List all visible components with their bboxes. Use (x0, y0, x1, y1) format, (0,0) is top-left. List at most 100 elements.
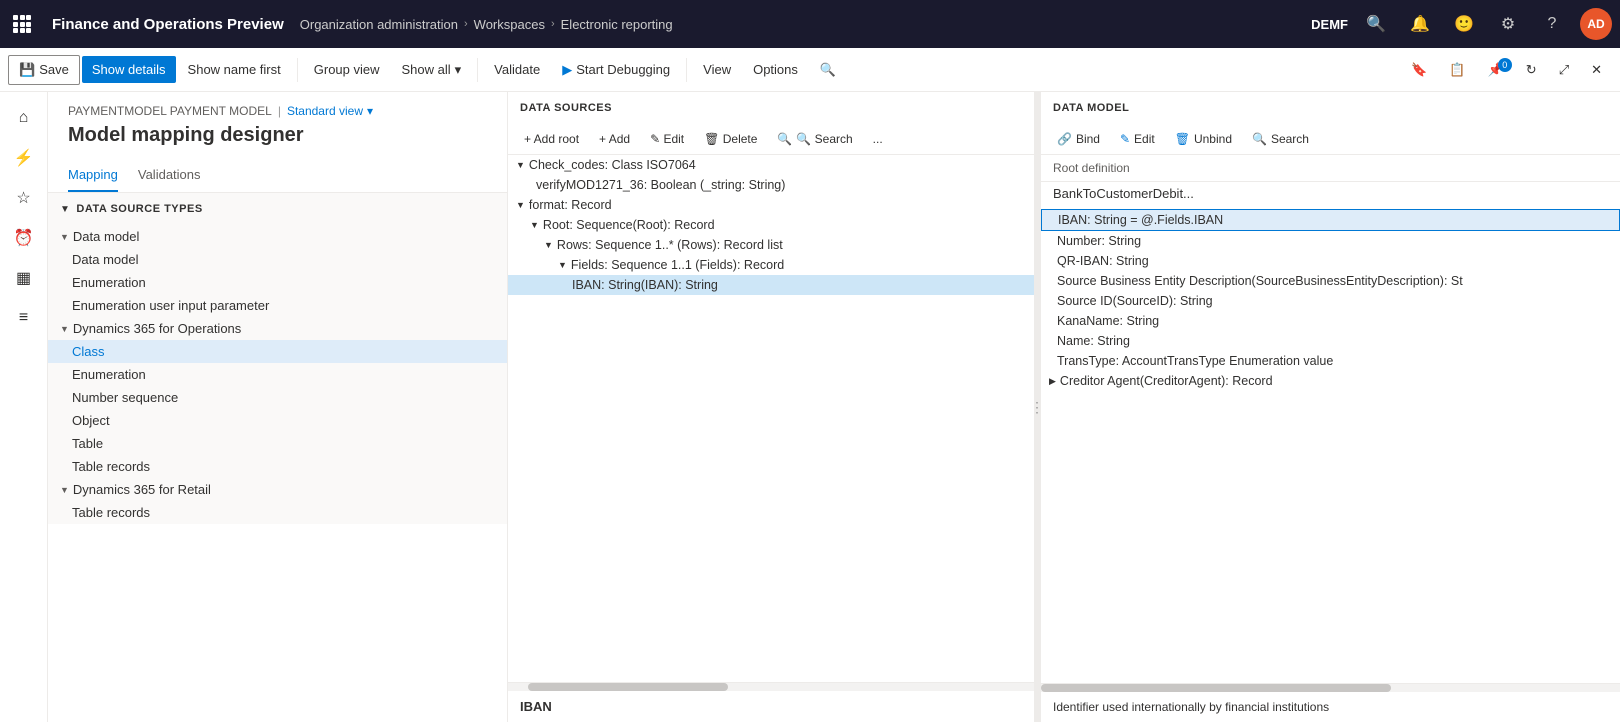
ds-footer: IBAN (508, 690, 1034, 722)
content-area: PAYMENTMODEL PAYMENT MODEL | Standard vi… (48, 92, 1620, 722)
dst-item-d365-retail-parent[interactable]: ▼ Dynamics 365 for Retail (48, 478, 507, 501)
dm-item-name[interactable]: Name: String (1041, 331, 1620, 351)
bookmark-icon-btn[interactable]: 🔖 (1401, 56, 1437, 84)
avatar[interactable]: AD (1580, 8, 1612, 40)
dst-item-class[interactable]: Class (48, 340, 507, 363)
dm-scrollbar-thumb[interactable] (1041, 684, 1391, 692)
standard-view-chevron: ▾ (367, 104, 373, 118)
dst-collapse-icon[interactable]: ▼ (60, 204, 70, 215)
ds-add-button[interactable]: + Add (591, 128, 638, 150)
panel-icon-btn[interactable]: 📋 (1439, 56, 1475, 84)
close-btn[interactable]: ✕ (1581, 56, 1612, 84)
dst-item-data-model-parent[interactable]: ▼ Data model (48, 225, 507, 248)
top-navigation: Finance and Operations Preview Organizat… (0, 0, 1620, 48)
dm-item-source-id[interactable]: Source ID(SourceID): String (1041, 291, 1620, 311)
dst-label-class: Class (72, 344, 105, 359)
dm-item-number[interactable]: Number: String (1041, 231, 1620, 251)
show-name-first-button[interactable]: Show name first (178, 56, 291, 83)
validate-button[interactable]: Validate (484, 56, 550, 83)
start-debugging-button[interactable]: ▶ Start Debugging (552, 56, 680, 84)
ds-arrow-fields: ▼ (558, 260, 567, 270)
dm-edit-button[interactable]: ✎ Edit (1112, 128, 1163, 150)
expand-btn[interactable]: ⤢ (1549, 56, 1579, 84)
dst-label-table: Table (72, 436, 103, 451)
show-all-dropdown-icon: ▾ (455, 62, 462, 78)
bind-button[interactable]: 🔗 Bind (1049, 128, 1108, 150)
dm-item-qr-iban[interactable]: QR-IBAN: String (1041, 251, 1620, 271)
dm-item-trans-type[interactable]: TransType: AccountTransType Enumeration … (1041, 351, 1620, 371)
dst-item-table-records[interactable]: Table records (48, 455, 507, 478)
ds-delete-button[interactable]: 🗑 Delete (696, 128, 765, 150)
ds-edit-button[interactable]: ✎ Edit (642, 128, 692, 150)
ds-header: DATA SOURCES (508, 92, 1034, 124)
view-button[interactable]: View (693, 56, 741, 83)
help-icon[interactable]: ? (1536, 8, 1568, 40)
left-sidebar: ⌂ ⚡ ☆ ⏰ ▦ ≡ (0, 92, 48, 722)
ds-item-rows[interactable]: ▼ Rows: Sequence 1..* (Rows): Record lis… (508, 235, 1034, 255)
breadcrumb-er[interactable]: Electronic reporting (561, 17, 673, 32)
dm-item-creditor-agent[interactable]: ▶ Creditor Agent(CreditorAgent): Record (1041, 371, 1620, 391)
standard-view-button[interactable]: Standard view ▾ (287, 104, 373, 118)
search-icon[interactable]: 🔍 (1360, 8, 1392, 40)
dst-item-enum-user-input[interactable]: Enumeration user input parameter (48, 294, 507, 317)
unbind-button[interactable]: 🗑 Unbind (1167, 128, 1240, 150)
app-title: Finance and Operations Preview (44, 16, 292, 33)
breadcrumb-workspaces[interactable]: Workspaces (474, 17, 545, 32)
tab-mapping[interactable]: Mapping (68, 159, 118, 192)
sidebar-recent-icon[interactable]: ⏰ (6, 220, 42, 256)
dst-item-data-model-leaf[interactable]: Data model (48, 248, 507, 271)
options-button[interactable]: Options (743, 56, 808, 83)
ds-scrollbar-thumb[interactable] (528, 683, 728, 691)
toolbar-search-button[interactable]: 🔍 (810, 56, 846, 84)
ds-item-verify-mod[interactable]: verifyMOD1271_36: Boolean (_string: Stri… (508, 175, 1034, 195)
ds-item-fields[interactable]: ▼ Fields: Sequence 1..1 (Fields): Record (508, 255, 1034, 275)
group-view-button[interactable]: Group view (304, 56, 390, 83)
notification-icon[interactable]: 🔔 (1404, 8, 1436, 40)
save-button[interactable]: 💾 Save (8, 55, 80, 85)
dst-label-d365-retail: Dynamics 365 for Retail (73, 482, 211, 497)
dm-item-kana-name[interactable]: KanaName: String (1041, 311, 1620, 331)
ds-search-button[interactable]: 🔍 🔍 Search (769, 128, 860, 150)
standard-view-label: Standard view (287, 104, 363, 118)
dst-item-table[interactable]: Table (48, 432, 507, 455)
emoji-icon[interactable]: 🙂 (1448, 8, 1480, 40)
breadcrumb-org[interactable]: Organization administration (300, 17, 458, 32)
sidebar-workspace-icon[interactable]: ▦ (6, 260, 42, 296)
notification-count-btn[interactable]: 📌 0 (1478, 56, 1514, 84)
ds-edit-label: ✎ Edit (650, 132, 684, 146)
dm-label-creditor-agent: Creditor Agent(CreditorAgent): Record (1060, 374, 1273, 388)
dst-item-table-records-retail[interactable]: Table records (48, 501, 507, 524)
dst-item-d365-ops-parent[interactable]: ▼ Dynamics 365 for Operations (48, 317, 507, 340)
ds-arrow-rows: ▼ (544, 240, 553, 250)
ds-label-root: Root: Sequence(Root): Record (543, 218, 715, 232)
settings-icon[interactable]: ⚙ (1492, 8, 1524, 40)
ds-h-scrollbar[interactable] (508, 682, 1034, 690)
tab-validations[interactable]: Validations (138, 159, 201, 192)
ds-item-root[interactable]: ▼ Root: Sequence(Root): Record (508, 215, 1034, 235)
show-details-button[interactable]: Show details (82, 56, 176, 83)
add-root-button[interactable]: + Add root (516, 128, 587, 150)
dst-item-enumeration[interactable]: Enumeration (48, 271, 507, 294)
ds-content: ▼ Check_codes: Class ISO7064 verifyMOD12… (508, 155, 1034, 682)
dm-footer: Identifier used internationally by finan… (1041, 691, 1620, 722)
toolbar-search-icon: 🔍 (820, 62, 836, 78)
refresh-btn[interactable]: ↻ (1516, 56, 1547, 84)
dm-item-source-business[interactable]: Source Business Entity Description(Sourc… (1041, 271, 1620, 291)
ds-item-format[interactable]: ▼ format: Record (508, 195, 1034, 215)
dm-h-scrollbar[interactable] (1041, 683, 1620, 691)
ds-item-check-codes[interactable]: ▼ Check_codes: Class ISO7064 (508, 155, 1034, 175)
app-grid-icon[interactable] (8, 10, 36, 38)
sidebar-list-icon[interactable]: ≡ (6, 300, 42, 336)
sidebar-filter-icon[interactable]: ⚡ (6, 140, 42, 176)
dst-item-enumeration-ops[interactable]: Enumeration (48, 363, 507, 386)
ds-item-iban[interactable]: IBAN: String(IBAN): String (508, 275, 1034, 295)
dm-item-iban[interactable]: IBAN: String = @.Fields.IBAN (1041, 209, 1620, 231)
dst-item-object[interactable]: Object (48, 409, 507, 432)
ds-more-button[interactable]: ... (865, 128, 891, 150)
dst-item-number-sequence[interactable]: Number sequence (48, 386, 507, 409)
sidebar-home-icon[interactable]: ⌂ (6, 100, 42, 136)
dm-search-button[interactable]: 🔍 Search (1244, 128, 1317, 150)
show-all-button[interactable]: Show all ▾ (392, 56, 472, 84)
left-panel: PAYMENTMODEL PAYMENT MODEL | Standard vi… (48, 92, 508, 722)
sidebar-favorites-icon[interactable]: ☆ (6, 180, 42, 216)
